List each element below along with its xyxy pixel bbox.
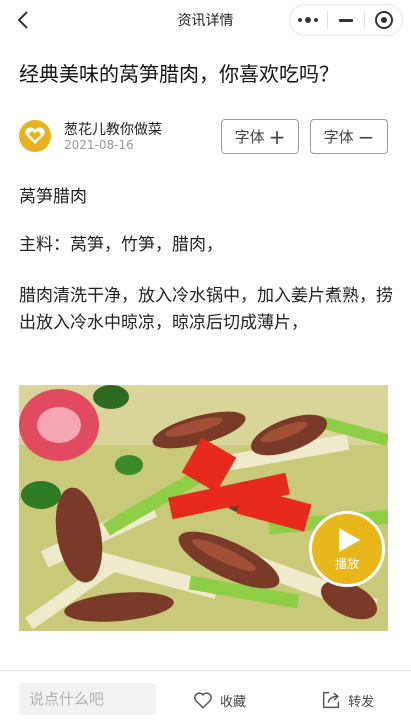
- article-title: 经典美味的莴笋腊肉，你喜欢吃吗？: [19, 62, 339, 86]
- minus-icon: −: [357, 124, 375, 149]
- minimize-icon: [339, 18, 353, 22]
- target-circle-icon: [374, 11, 393, 29]
- comment-input[interactable]: [19, 683, 156, 715]
- play-icon: [338, 527, 360, 552]
- collect-label: 收藏: [220, 694, 247, 710]
- paragraph-ingredients: 主料：莴笋，竹笋，腊肉，: [19, 235, 223, 255]
- more-dots-icon: [298, 17, 319, 23]
- mini-program-capsule: [289, 4, 403, 36]
- top-navigation-bar: 资讯详情: [0, 0, 411, 40]
- font-decrease-button[interactable]: 字体 −: [310, 119, 388, 154]
- collect-button[interactable]: 收藏: [192, 686, 246, 714]
- more-button[interactable]: [290, 5, 327, 35]
- avatar[interactable]: [19, 120, 51, 152]
- paragraph-dish-name: 莴笋腊肉: [19, 187, 87, 207]
- video-player[interactable]: 播放: [19, 385, 388, 631]
- share-button[interactable]: 转发: [320, 686, 374, 714]
- play-label: 播放: [334, 556, 359, 571]
- minimize-button[interactable]: [328, 5, 365, 35]
- font-increase-label: 字体: [234, 128, 265, 146]
- font-increase-button[interactable]: 字体 +: [221, 119, 299, 154]
- bottom-divider: [0, 670, 411, 671]
- video-thumbnail-food: [19, 385, 388, 631]
- share-icon: [322, 691, 340, 709]
- close-button[interactable]: [365, 5, 402, 35]
- publish-date: 2021-08-16: [64, 138, 134, 152]
- heart-logo-icon: [25, 127, 45, 144]
- paragraph-step: 腊肉清洗干净，放入冷水锅中，加入姜片煮熟，捞出放入冷水中晾凉，晾凉后切成薄片，: [19, 286, 393, 333]
- play-button[interactable]: 播放: [309, 511, 385, 587]
- font-decrease-label: 字体: [323, 128, 354, 146]
- plus-icon: +: [268, 124, 286, 149]
- share-label: 转发: [348, 694, 375, 710]
- author-name[interactable]: 葱花儿教你做菜: [64, 119, 162, 139]
- heart-outline-icon: [194, 692, 212, 709]
